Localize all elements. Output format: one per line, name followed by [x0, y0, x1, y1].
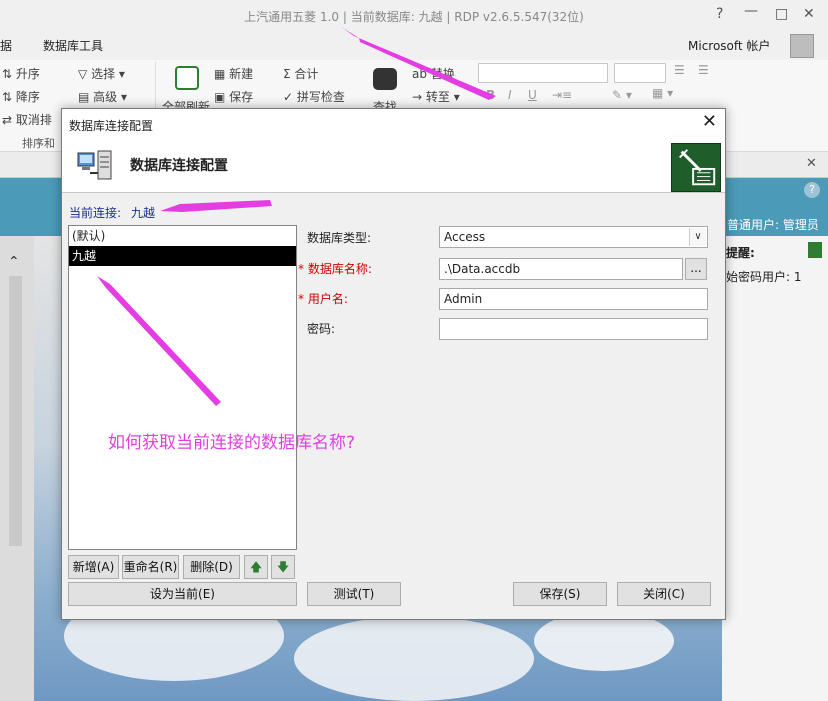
annotation-question: 如何获取当前连接的数据库名称?: [108, 433, 356, 453]
arrow-to-title: [341, 27, 496, 100]
annotation-arrows: [97, 27, 496, 406]
arrow-to-current-connection: [160, 200, 272, 212]
arrow-to-list-item: [97, 276, 221, 406]
